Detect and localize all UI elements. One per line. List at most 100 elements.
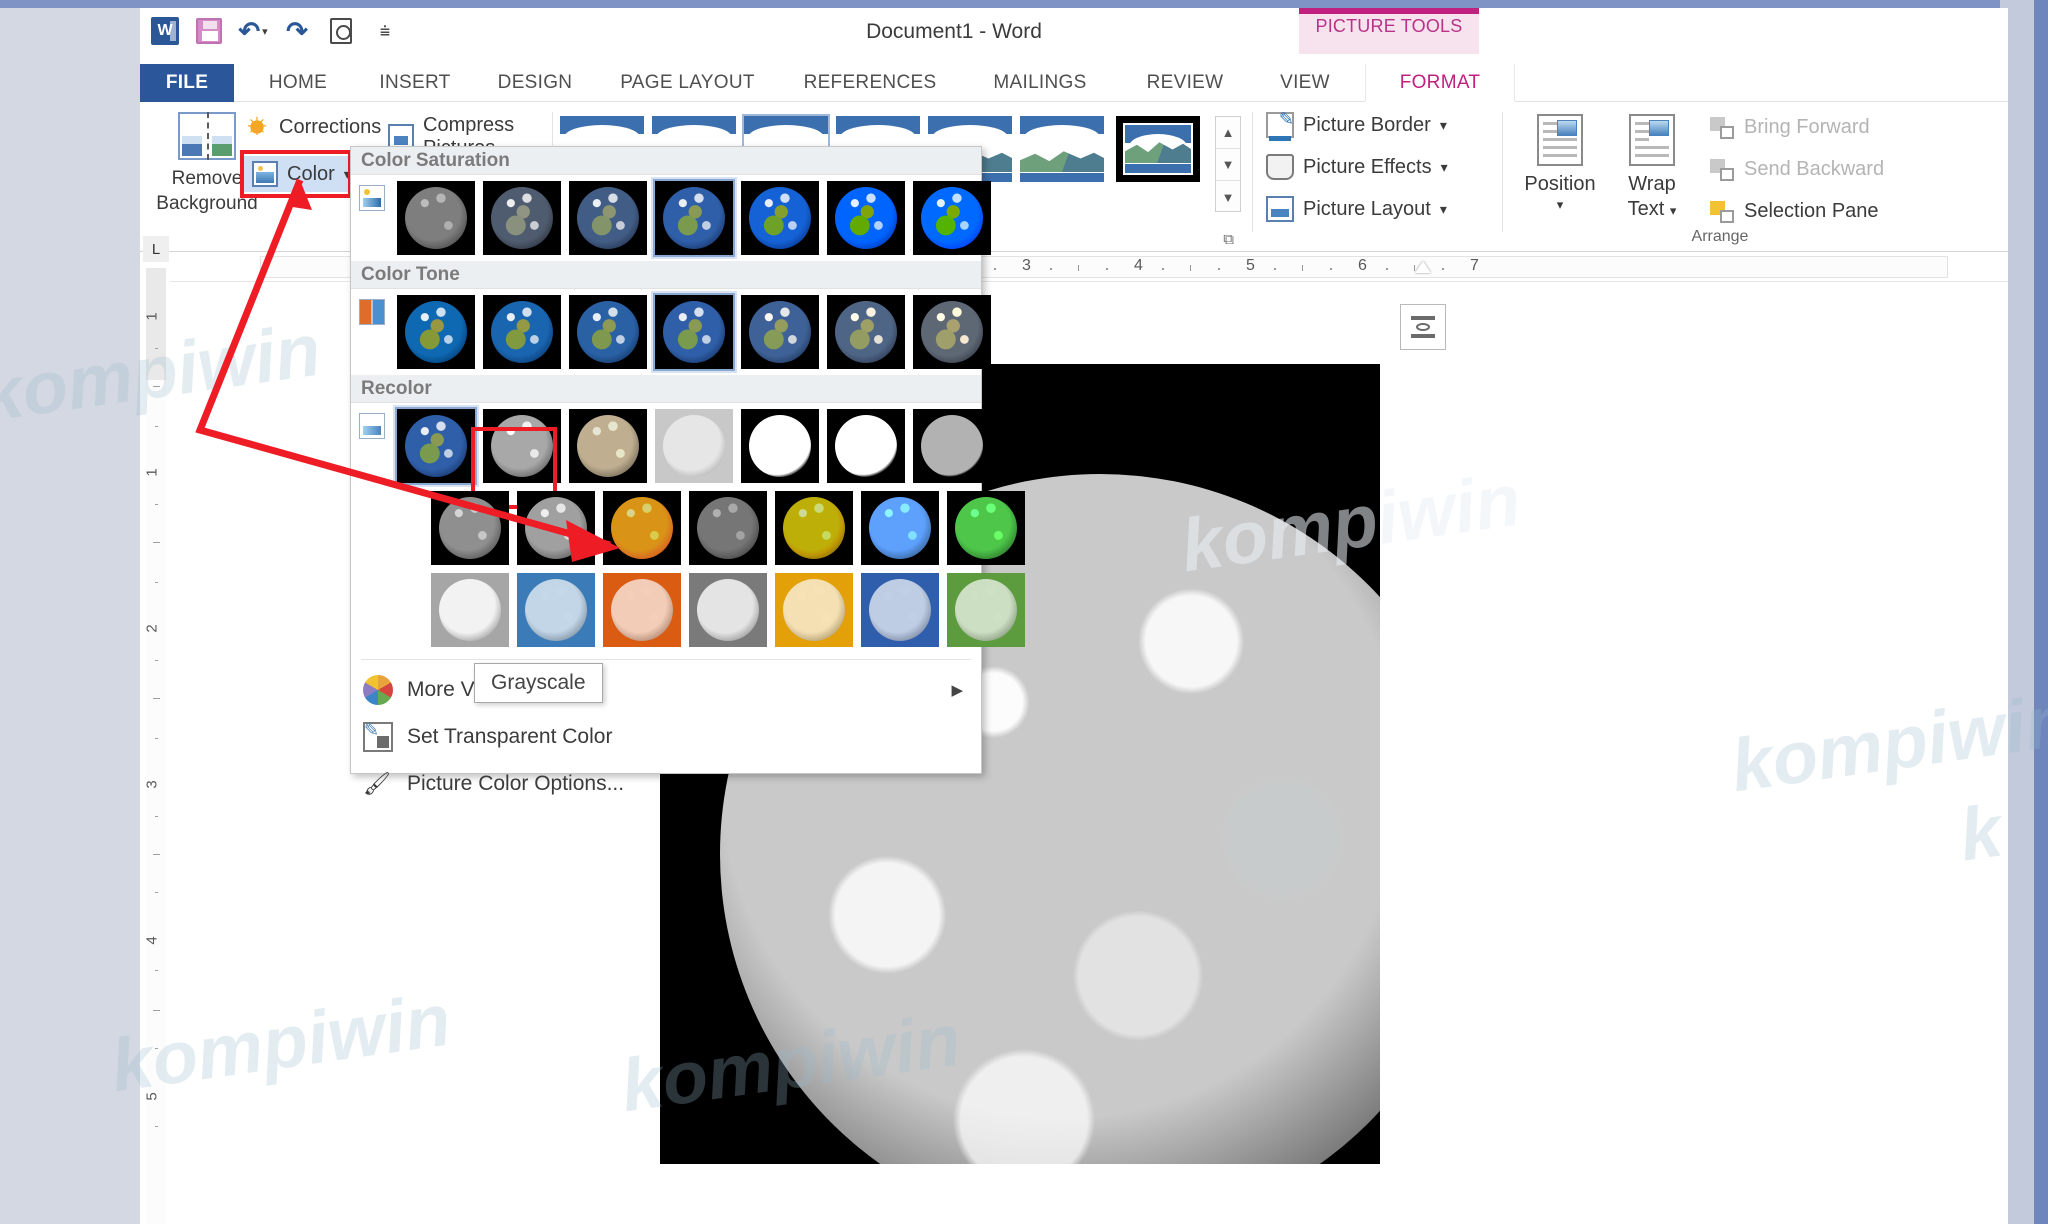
- saturation-swatch-4[interactable]: [655, 181, 733, 255]
- recolor-swatch-bw90[interactable]: [517, 491, 595, 565]
- recolor-swatch-gold-dark[interactable]: [775, 491, 853, 565]
- color-button-highlight: [240, 150, 352, 198]
- gallery-more-button[interactable]: ▼: [1216, 181, 1240, 213]
- picture-color-options-item[interactable]: Picture Color Options...: [351, 760, 981, 807]
- tone-swatch-3[interactable]: [569, 295, 647, 369]
- color-dropdown-menu[interactable]: Color Saturation Color Tone: [350, 146, 982, 774]
- picture-tools-text: PICTURE TOOLS: [1299, 16, 1479, 54]
- vruler-tick-4: 3: [144, 780, 161, 788]
- gallery-scroll-up[interactable]: ▲: [1216, 117, 1240, 149]
- recolor-swatch-gray-light[interactable]: [431, 573, 509, 647]
- vruler-tick-3: 2: [144, 624, 161, 632]
- recolor-swatch-green-light[interactable]: [947, 573, 1025, 647]
- right-indent-marker[interactable]: [1415, 261, 1431, 273]
- tab-stop-selector[interactable]: L: [143, 236, 169, 262]
- picture-layout-button[interactable]: Picture Layout ▾: [1266, 196, 1447, 222]
- picture-border-button[interactable]: Picture Border ▾: [1266, 112, 1447, 138]
- set-transparent-color-icon: [363, 722, 393, 752]
- tab-format[interactable]: FORMAT: [1365, 64, 1515, 102]
- layout-options-icon: [1411, 316, 1435, 338]
- tone-swatch-6[interactable]: [827, 295, 905, 369]
- corrections-icon: [244, 114, 270, 140]
- picture-color-options-icon: [363, 769, 393, 799]
- selection-pane-button[interactable]: Selection Pane: [1710, 200, 1879, 223]
- recolor-row-1[interactable]: [351, 403, 981, 485]
- gallery-scroll-down[interactable]: ▼: [1216, 149, 1240, 181]
- wrap-text-button[interactable]: Wrap Text ▾: [1606, 112, 1698, 222]
- tone-swatch-4[interactable]: [655, 295, 733, 369]
- recolor-swatch-gold-light[interactable]: [775, 573, 853, 647]
- recolor-swatch-blue-dark[interactable]: [861, 491, 939, 565]
- more-variations-item[interactable]: More Variations ▶: [351, 666, 981, 713]
- send-backward-label: Send Backward: [1744, 158, 1884, 181]
- position-button[interactable]: Position ▾: [1514, 112, 1606, 213]
- picture-styles-dialog-launcher[interactable]: ⧉: [1223, 231, 1234, 248]
- tone-swatch-7[interactable]: [913, 295, 991, 369]
- tone-swatch-5[interactable]: [741, 295, 819, 369]
- picture-styles-scroll[interactable]: ▲ ▼ ▼: [1215, 116, 1241, 212]
- tab-mailings[interactable]: MAILINGS: [965, 64, 1115, 102]
- tone-swatch-1[interactable]: [397, 295, 475, 369]
- recolor-swatch-gray2-light[interactable]: [689, 573, 767, 647]
- vertical-ruler[interactable]: L 1 1 2 3 4 5: [140, 252, 170, 1224]
- saturation-swatch-7[interactable]: [913, 181, 991, 255]
- tab-view[interactable]: VIEW: [1255, 64, 1355, 102]
- color-saturation-heading: Color Saturation: [351, 147, 981, 175]
- send-backward-button[interactable]: Send Backward: [1710, 158, 1884, 181]
- tab-file[interactable]: FILE: [140, 64, 234, 102]
- tab-home[interactable]: HOME: [248, 64, 348, 102]
- saturation-swatch-5[interactable]: [741, 181, 819, 255]
- recolor-swatch-blue-light[interactable]: [517, 573, 595, 647]
- bring-forward-label: Bring Forward: [1744, 116, 1870, 139]
- recolor-swatch-blue2-light[interactable]: [861, 573, 939, 647]
- ribbon-tab-strip[interactable]: FILE HOME INSERT DESIGN PAGE LAYOUT REFE…: [140, 64, 2008, 102]
- layout-options-button[interactable]: [1400, 304, 1446, 350]
- recolor-swatch-orange-light[interactable]: [603, 573, 681, 647]
- ribbon-group-arrange: Position ▾ Wrap Text ▾ Bring Forward: [1510, 102, 2008, 252]
- recolor-swatch-no-recolor[interactable]: [397, 409, 475, 483]
- document-title: Document1 - Word: [140, 20, 2008, 44]
- tab-review[interactable]: REVIEW: [1125, 64, 1245, 102]
- desktop-right-accent: [2034, 0, 2048, 1224]
- picture-border-label: Picture Border: [1303, 114, 1431, 137]
- desktop-top-band: [0, 0, 2048, 8]
- tone-swatch-2[interactable]: [483, 295, 561, 369]
- picture-color-options-label: Picture Color Options...: [407, 772, 624, 796]
- recolor-swatch-bw50[interactable]: [827, 409, 905, 483]
- corrections-button[interactable]: Corrections ▾: [244, 114, 397, 140]
- wrap-text-icon: [1629, 114, 1675, 166]
- saturation-swatch-2[interactable]: [483, 181, 561, 255]
- color-saturation-icon: [359, 185, 385, 211]
- saturation-swatch-3[interactable]: [569, 181, 647, 255]
- color-saturation-row[interactable]: [351, 175, 981, 261]
- picture-effects-button[interactable]: Picture Effects ▾: [1266, 154, 1448, 180]
- tab-design[interactable]: DESIGN: [480, 64, 590, 102]
- recolor-row-2[interactable]: [351, 485, 981, 567]
- recolor-swatch-orange-dark[interactable]: [603, 491, 681, 565]
- tab-insert[interactable]: INSERT: [360, 64, 470, 102]
- vruler-tick-1: 1: [144, 312, 161, 320]
- recolor-swatch-sepia[interactable]: [569, 409, 647, 483]
- saturation-swatch-1[interactable]: [397, 181, 475, 255]
- tab-page-layout[interactable]: PAGE LAYOUT: [600, 64, 775, 102]
- picture-style-6[interactable]: [1020, 116, 1104, 182]
- set-transparent-color-item[interactable]: Set Transparent Color: [351, 713, 981, 760]
- recolor-icon: [359, 413, 385, 439]
- hruler-tick-5: 5: [1246, 257, 1255, 275]
- recolor-swatch-bw75[interactable]: [913, 409, 991, 483]
- wrap-text-label-1: Wrap: [1606, 172, 1698, 197]
- saturation-swatch-6[interactable]: [827, 181, 905, 255]
- recolor-swatch-washout[interactable]: [655, 409, 733, 483]
- recolor-swatch-bw10[interactable]: [431, 491, 509, 565]
- recolor-swatch-bw25[interactable]: [741, 409, 819, 483]
- picture-style-7[interactable]: [1116, 116, 1200, 182]
- bring-forward-button[interactable]: Bring Forward: [1710, 116, 1870, 139]
- recolor-row-3[interactable]: [351, 567, 981, 653]
- document-title-text: Document1 - Word: [866, 20, 1042, 43]
- corrections-label: Corrections: [279, 116, 381, 139]
- recolor-swatch-green-dark[interactable]: [947, 491, 1025, 565]
- recolor-swatch-gray-dark[interactable]: [689, 491, 767, 565]
- color-tone-row[interactable]: [351, 289, 981, 375]
- tab-references[interactable]: REFERENCES: [785, 64, 955, 102]
- color-tone-icon: [359, 299, 385, 325]
